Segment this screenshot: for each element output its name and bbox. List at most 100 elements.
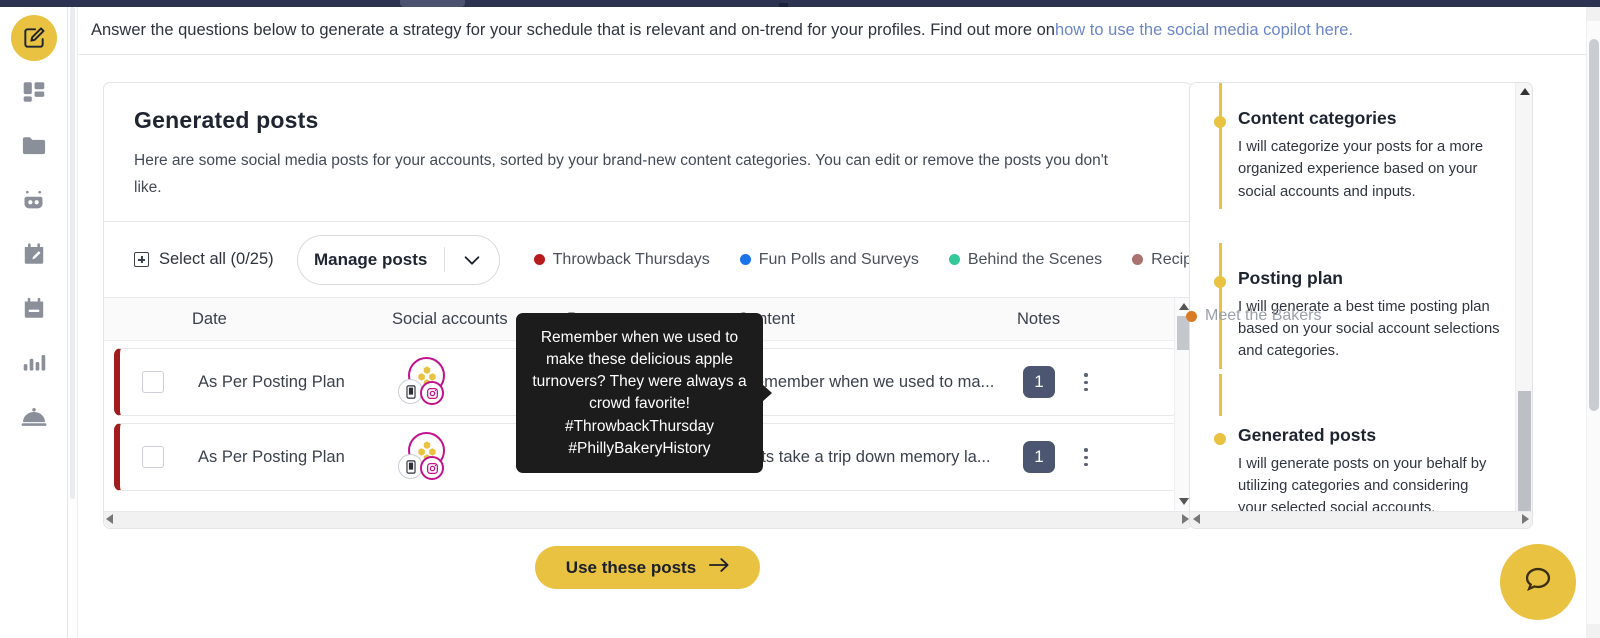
select-all-plus-icon: [134, 252, 149, 267]
scroll-left-arrow-icon[interactable]: [1193, 511, 1200, 529]
copilot-step-generated-posts[interactable]: Generated posts I will generate posts on…: [1214, 422, 1515, 511]
step-dot-icon: [1214, 276, 1226, 288]
rail-item-service[interactable]: [11, 393, 57, 439]
rail-item-library[interactable]: [11, 123, 57, 169]
row-select-cell: [120, 446, 198, 468]
step-spine: [1219, 243, 1222, 369]
step-title: Posting plan: [1238, 265, 1515, 291]
row-menu-kebab-icon[interactable]: [1073, 373, 1099, 391]
legend-dot: [1132, 254, 1143, 265]
legend-item-fun-polls-and-surveys[interactable]: Fun Polls and Surveys: [740, 251, 919, 269]
step-dot-icon: [1214, 433, 1226, 445]
cloche-icon: [20, 402, 48, 430]
window-vertical-scrollbar[interactable]: [1586, 7, 1600, 638]
column-header-notes: Notes: [1017, 310, 1137, 329]
legend-label: Fun Polls and Surveys: [759, 251, 919, 269]
legend-label: Throwback Thursdays: [553, 251, 710, 269]
left-icon-rail: [0, 7, 68, 638]
rail-item-calendar[interactable]: [11, 285, 57, 331]
intro-banner: Answer the questions below to generate a…: [78, 7, 1586, 55]
legend-dot: [949, 254, 960, 265]
use-these-posts-button[interactable]: Use these posts: [535, 546, 760, 589]
copilot-steps-scroll-thumb[interactable]: [1518, 391, 1531, 511]
legend-label: Behind the Scenes: [968, 251, 1102, 269]
chat-support-button[interactable]: [1500, 544, 1576, 620]
legend-item-throwback-thursdays[interactable]: Throwback Thursdays: [534, 251, 710, 269]
row-menu-kebab-icon[interactable]: [1073, 448, 1099, 466]
instagram-icon: [420, 381, 444, 405]
status-badge[interactable]: 1: [1023, 441, 1055, 473]
social-avatar-cluster[interactable]: [398, 357, 454, 407]
rail-item-analytics[interactable]: [11, 339, 57, 385]
category-legend: Throwback Thursdays Fun Polls and Survey…: [534, 251, 1191, 269]
browser-top-strip: [0, 0, 1600, 7]
chevron-down-icon[interactable]: [445, 249, 499, 271]
robot-icon: [20, 187, 47, 214]
generated-posts-header: Generated posts Here are some social med…: [104, 83, 1191, 222]
status-badge[interactable]: 1: [1023, 366, 1055, 398]
column-header-date: Date: [192, 310, 392, 329]
window-scroll-thumb[interactable]: [1589, 39, 1599, 411]
step-dot-icon: [1214, 116, 1226, 128]
legend-dot: [534, 254, 545, 265]
posts-card-horizontal-scrollbar[interactable]: [104, 511, 1191, 528]
arrow-right-icon: [709, 557, 729, 578]
legend-item-recipes[interactable]: Recipes: [1132, 251, 1191, 269]
window-scroll-up-cap[interactable]: [1587, 7, 1600, 21]
legend-dot: [1186, 311, 1197, 322]
row-date: As Per Posting Plan: [198, 448, 398, 467]
rail-item-copilot-bot[interactable]: [11, 177, 57, 223]
step-title: Generated posts: [1238, 422, 1515, 448]
legend-label: Recipes: [1151, 251, 1191, 269]
select-all-control[interactable]: Select all (0/25): [134, 250, 274, 269]
page-left-gutter: [68, 7, 78, 638]
window-scroll-down-cap[interactable]: [1587, 624, 1600, 638]
scroll-up-arrow-icon[interactable]: [1516, 83, 1533, 100]
intro-text: Answer the questions below to generate a…: [91, 21, 1055, 40]
row-checkbox[interactable]: [142, 371, 164, 393]
scroll-right-arrow-icon[interactable]: [1182, 511, 1189, 529]
step-description: I will categorize your posts for a more …: [1238, 136, 1515, 203]
social-avatar-cluster[interactable]: [398, 432, 454, 482]
posts-toolbar: Select all (0/25) Manage posts Throwback…: [104, 222, 1191, 298]
cta-row: Use these posts: [103, 546, 1192, 589]
row-date: As Per Posting Plan: [198, 373, 398, 392]
copilot-steps-vertical-scrollbar[interactable]: [1515, 83, 1532, 511]
calendar-icon: [21, 295, 47, 321]
instagram-icon: [420, 456, 444, 480]
step-title: Content categories: [1238, 105, 1515, 131]
legend-label: Meet the Bakers: [1205, 307, 1322, 325]
app-root: Answer the questions below to generate a…: [0, 0, 1600, 638]
body-area: Generated posts Here are some social med…: [78, 55, 1586, 638]
bar-chart-icon: [21, 349, 47, 375]
select-all-label: Select all (0/25): [159, 250, 274, 269]
column-header-content: Content: [737, 310, 1017, 329]
chat-bubble-icon: [1521, 563, 1555, 602]
copilot-steps-card: Content categories I will categorize you…: [1189, 82, 1533, 529]
rail-item-compose[interactable]: [11, 15, 57, 61]
row-checkbox[interactable]: [142, 446, 164, 468]
row-select-cell: [120, 371, 198, 393]
rail-item-dashboard[interactable]: [11, 69, 57, 115]
main-content: Answer the questions below to generate a…: [78, 7, 1586, 638]
scroll-right-arrow-icon[interactable]: [1522, 511, 1529, 529]
rail-item-content-calendar-edit[interactable]: [11, 231, 57, 277]
post-content-tooltip: Remember when we used to make these deli…: [516, 313, 763, 473]
copilot-help-link[interactable]: how to use the social media copilot here…: [1055, 21, 1353, 40]
manage-posts-button[interactable]: Manage posts: [297, 235, 500, 285]
copilot-steps-list: Content categories I will categorize you…: [1190, 83, 1515, 511]
scroll-left-arrow-icon[interactable]: [106, 511, 113, 529]
legend-dot: [740, 254, 751, 265]
browser-tab-nub[interactable]: [400, 0, 465, 7]
folder-icon: [20, 132, 48, 160]
copilot-step-content-categories[interactable]: Content categories I will categorize you…: [1214, 105, 1515, 203]
page-title: Generated posts: [134, 107, 1161, 134]
step-spine: [1219, 83, 1222, 209]
calendar-pencil-icon: [21, 241, 47, 267]
row-notes: 1: [1023, 441, 1143, 473]
step-description: I will generate posts on your behalf by …: [1238, 453, 1515, 511]
page-left-gutter-thumb[interactable]: [70, 7, 75, 499]
copilot-steps-horizontal-scrollbar[interactable]: [1190, 511, 1532, 528]
legend-item-behind-the-scenes[interactable]: Behind the Scenes: [949, 251, 1102, 269]
legend-item-meet-the-bakers[interactable]: Meet the Bakers: [1186, 307, 1322, 325]
